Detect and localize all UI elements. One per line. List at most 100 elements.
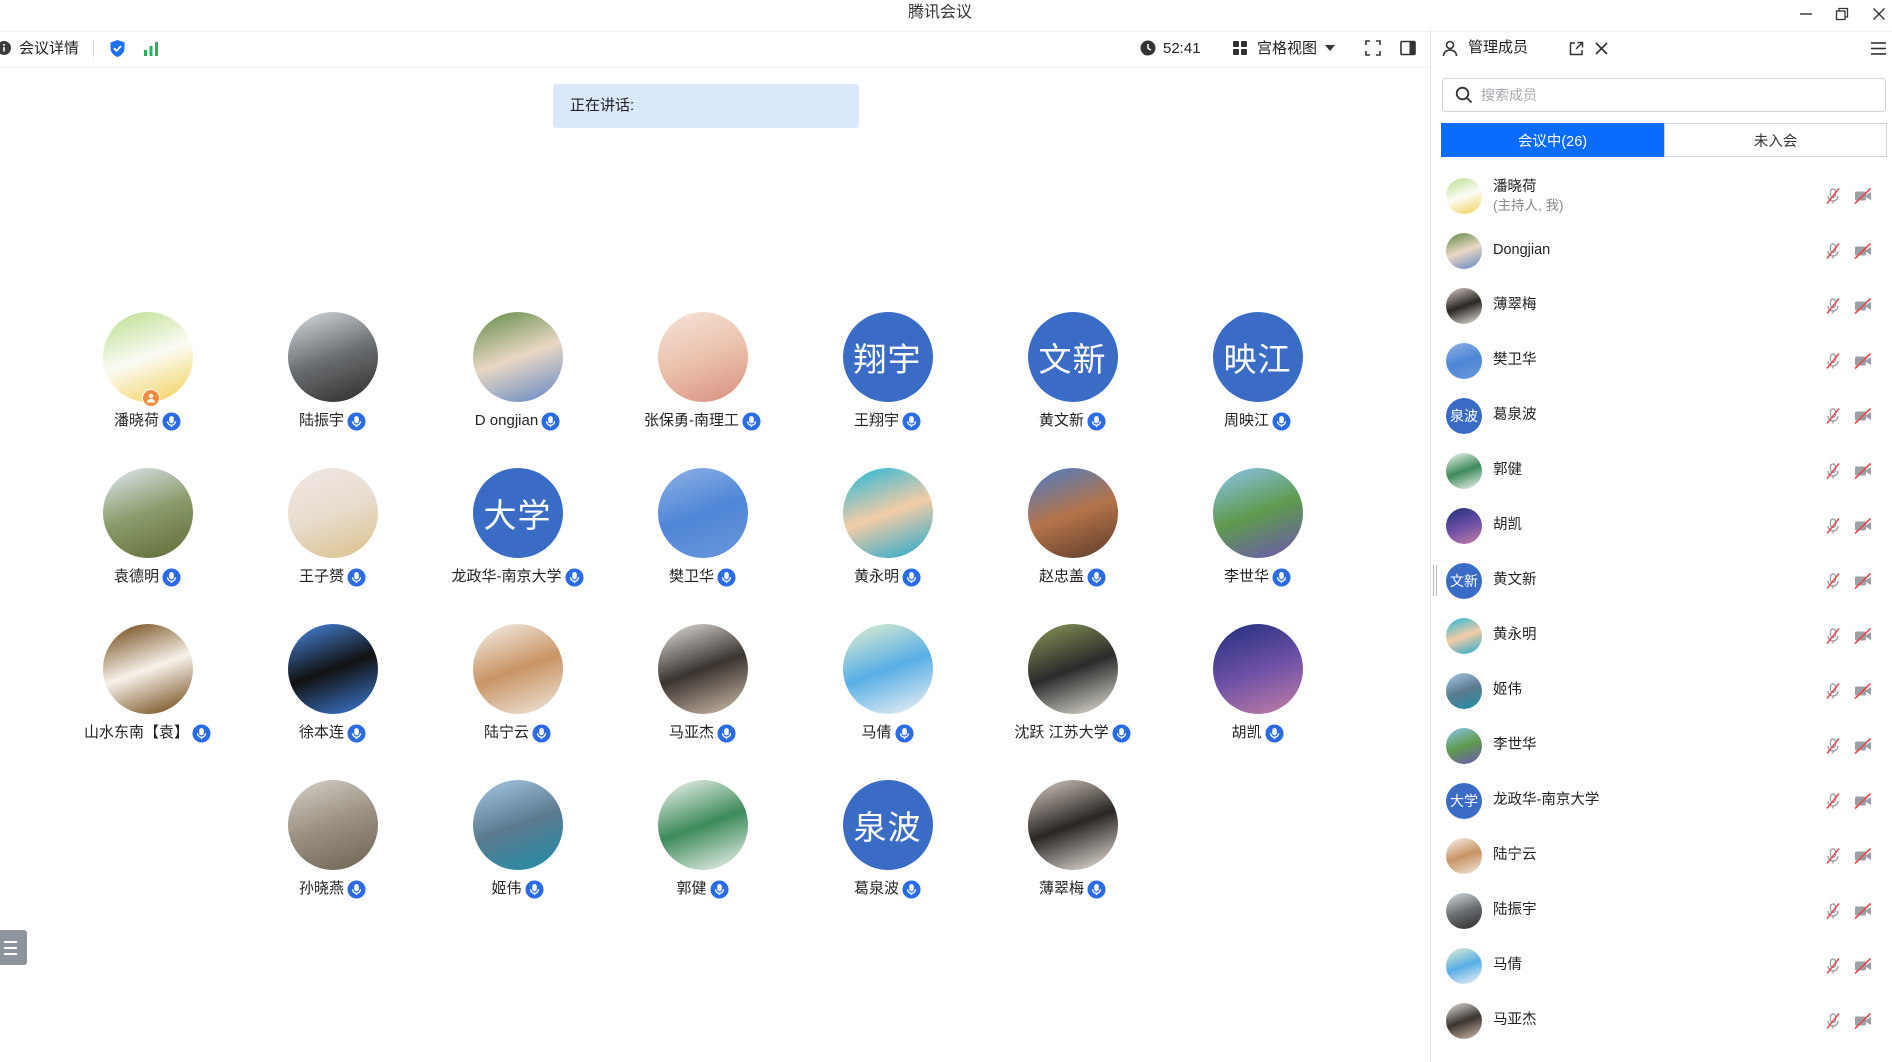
video-off-icon[interactable]	[1853, 242, 1873, 260]
video-off-icon[interactable]	[1853, 902, 1873, 920]
mic-off-icon[interactable]	[1824, 352, 1842, 370]
mic-icon[interactable]	[541, 411, 560, 431]
participant-tile[interactable]: 山水东南【袁】	[55, 624, 240, 780]
participant-tile[interactable]: 赵忠盖	[980, 468, 1165, 624]
mic-icon[interactable]	[564, 567, 584, 587]
mic-icon[interactable]	[902, 567, 921, 587]
mic-icon[interactable]	[894, 723, 914, 743]
mic-off-icon[interactable]	[1824, 572, 1842, 590]
mic-off-icon[interactable]	[1824, 902, 1842, 920]
mic-off-icon[interactable]	[1824, 682, 1842, 700]
participant-tile[interactable]: 徐本连	[240, 624, 425, 780]
mic-icon[interactable]	[347, 879, 366, 899]
video-off-icon[interactable]	[1853, 627, 1873, 645]
mic-off-icon[interactable]	[1824, 627, 1842, 645]
member-row[interactable]: 泉波 葛泉波	[1432, 388, 1892, 443]
mic-icon[interactable]	[717, 723, 736, 743]
participant-tile[interactable]: 陆振宇	[240, 312, 425, 468]
video-off-icon[interactable]	[1853, 462, 1873, 480]
participant-tile[interactable]: 樊卫华	[610, 468, 795, 624]
video-off-icon[interactable]	[1853, 352, 1873, 370]
sidebar-close-icon[interactable]	[1594, 41, 1609, 56]
dropdown-icon[interactable]	[1325, 45, 1335, 51]
sidebar-toggle-icon[interactable]	[1400, 40, 1416, 56]
video-off-icon[interactable]	[1853, 847, 1873, 865]
mic-icon[interactable]	[709, 879, 729, 899]
popout-icon[interactable]	[1569, 41, 1584, 56]
member-search-input[interactable]	[1481, 85, 1871, 105]
mic-off-icon[interactable]	[1824, 462, 1842, 480]
mic-icon[interactable]	[1087, 411, 1106, 431]
meeting-info-button[interactable]: 会议详情	[19, 39, 79, 58]
video-off-icon[interactable]	[1853, 187, 1873, 205]
mic-off-icon[interactable]	[1824, 847, 1842, 865]
tab-not-joined[interactable]: 未入会	[1664, 123, 1887, 157]
video-off-icon[interactable]	[1853, 682, 1873, 700]
member-row[interactable]: 潘晓荷 (主持人, 我)	[1432, 168, 1892, 223]
mic-icon[interactable]	[1272, 411, 1291, 431]
mic-icon[interactable]	[902, 411, 921, 431]
mic-off-icon[interactable]	[1824, 517, 1842, 535]
mic-icon[interactable]	[1087, 879, 1106, 899]
member-row[interactable]: 姬伟	[1432, 663, 1892, 718]
restore-icon[interactable]	[1834, 6, 1850, 22]
member-row[interactable]: 李世华	[1432, 718, 1892, 773]
mic-off-icon[interactable]	[1824, 1012, 1842, 1030]
video-off-icon[interactable]	[1853, 572, 1873, 590]
video-off-icon[interactable]	[1853, 407, 1873, 425]
mic-icon[interactable]	[1264, 723, 1284, 743]
grid-view-icon[interactable]	[1232, 40, 1248, 56]
participant-tile[interactable]: 李世华	[1165, 468, 1350, 624]
list-toggle-button[interactable]	[0, 930, 27, 965]
participant-tile[interactable]: 泉波 葛泉波	[795, 780, 980, 936]
video-off-icon[interactable]	[1853, 957, 1873, 975]
mic-off-icon[interactable]	[1824, 957, 1842, 975]
participant-tile[interactable]: 姬伟	[425, 780, 610, 936]
mic-icon[interactable]	[1112, 723, 1131, 743]
mic-icon[interactable]	[347, 723, 366, 743]
participant-tile[interactable]: 马亚杰	[610, 624, 795, 780]
mic-icon[interactable]	[717, 567, 736, 587]
mic-icon[interactable]	[162, 567, 181, 587]
participant-tile[interactable]: 薄翠梅	[980, 780, 1165, 936]
participant-tile[interactable]: 映江 周映江	[1165, 312, 1350, 468]
video-off-icon[interactable]	[1853, 1012, 1873, 1030]
mic-icon[interactable]	[192, 723, 211, 743]
participant-tile[interactable]: 张保勇-南理工	[610, 312, 795, 468]
participant-tile[interactable]: 陆宁云	[425, 624, 610, 780]
participant-tile[interactable]: 王子赟	[240, 468, 425, 624]
mic-off-icon[interactable]	[1824, 187, 1842, 205]
view-mode-button[interactable]: 宫格视图	[1257, 39, 1317, 58]
member-row[interactable]: 陆振宇	[1432, 883, 1892, 938]
signal-icon[interactable]	[143, 41, 159, 56]
video-off-icon[interactable]	[1853, 792, 1873, 810]
video-off-icon[interactable]	[1853, 737, 1873, 755]
mic-off-icon[interactable]	[1824, 792, 1842, 810]
mic-icon[interactable]	[742, 411, 761, 431]
member-row[interactable]: 陆宁云	[1432, 828, 1892, 883]
member-row[interactable]: 郭健	[1432, 443, 1892, 498]
shield-icon[interactable]	[109, 39, 126, 58]
mic-icon[interactable]	[1087, 567, 1106, 587]
member-row[interactable]: 大学 龙政华-南京大学	[1432, 773, 1892, 828]
participant-tile[interactable]: D ongjian	[425, 312, 610, 468]
participant-tile[interactable]: 潘晓荷	[55, 312, 240, 468]
participant-tile[interactable]: 袁德明	[55, 468, 240, 624]
member-row[interactable]: Dongjian	[1432, 223, 1892, 278]
mic-icon[interactable]	[1272, 567, 1291, 587]
mic-off-icon[interactable]	[1824, 407, 1842, 425]
mic-icon[interactable]	[532, 723, 551, 743]
close-icon[interactable]	[1871, 6, 1887, 22]
minimize-icon[interactable]	[1798, 6, 1814, 22]
mic-off-icon[interactable]	[1824, 242, 1842, 260]
mic-icon[interactable]	[347, 567, 366, 587]
mic-off-icon[interactable]	[1824, 737, 1842, 755]
mic-icon[interactable]	[524, 879, 544, 899]
participant-tile[interactable]: 大学 龙政华-南京大学	[425, 468, 610, 624]
member-row[interactable]: 文新 黄文新	[1432, 553, 1892, 608]
participant-tile[interactable]: 翔宇 王翔宇	[795, 312, 980, 468]
participant-tile[interactable]: 胡凯	[1165, 624, 1350, 780]
member-row[interactable]: 马倩	[1432, 938, 1892, 993]
fullscreen-icon[interactable]	[1365, 40, 1381, 56]
mic-off-icon[interactable]	[1824, 297, 1842, 315]
